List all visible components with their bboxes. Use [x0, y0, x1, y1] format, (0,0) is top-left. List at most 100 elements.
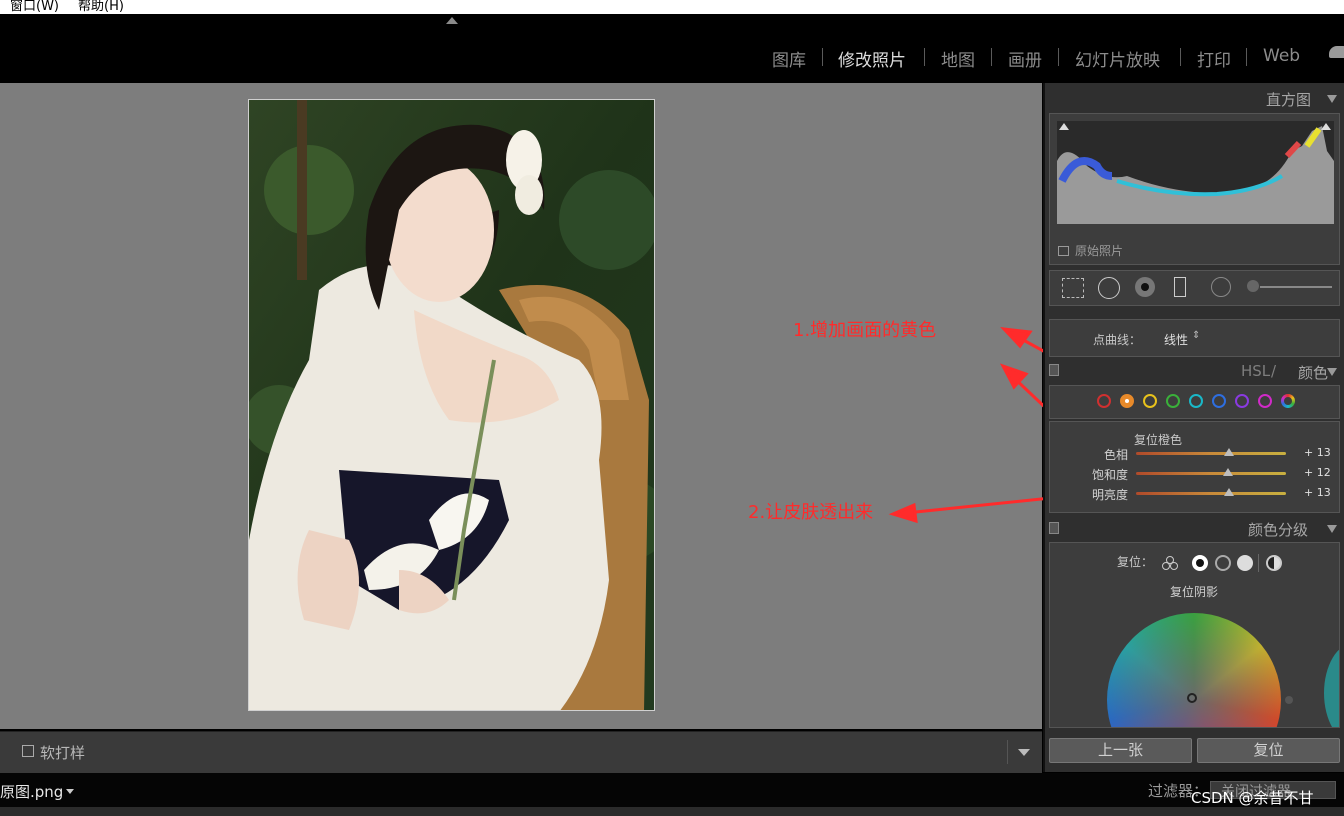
highlights-wheel-icon[interactable]	[1237, 555, 1253, 571]
module-separator	[822, 48, 823, 66]
reset-button[interactable]: 复位	[1197, 738, 1340, 763]
histogram-plot	[1057, 121, 1334, 224]
soft-proof-checkbox[interactable]	[22, 745, 34, 757]
color-swatch-7[interactable]	[1258, 394, 1272, 408]
color-swatch-4[interactable]	[1189, 394, 1203, 408]
develop-right-panel: 直方图 原始照片 点曲线： 线性 ⇕ HSL / 颜色 复位橙色 色相 + 13…	[1043, 83, 1344, 772]
tool-strip	[1049, 270, 1340, 306]
red-eye-icon[interactable]	[1135, 277, 1155, 297]
hsl-toggle-switch[interactable]	[1049, 364, 1059, 376]
midtones-wheel-icon[interactable]	[1215, 555, 1231, 571]
slider-track-2[interactable]	[1136, 492, 1286, 495]
reset-orange-label[interactable]: 复位橙色	[1134, 431, 1182, 448]
slider-thumb-1[interactable]	[1222, 468, 1233, 476]
module-develop[interactable]: 修改照片	[838, 46, 906, 71]
next-color-wheel-edge	[1324, 643, 1339, 727]
color-swatch-0[interactable]	[1097, 394, 1111, 408]
color-grading-title[interactable]: 颜色分级	[1248, 519, 1308, 540]
module-separator	[1180, 48, 1181, 66]
soft-proof-label: 软打样	[40, 744, 86, 762]
annotation-step-two: 2.让皮肤透出来	[748, 502, 874, 523]
shadow-clipping-icon[interactable]	[1059, 123, 1069, 130]
shadows-color-wheel[interactable]	[1107, 613, 1281, 727]
previous-button[interactable]: 上一张	[1049, 738, 1192, 763]
hsl-tab-separator: /	[1271, 362, 1277, 380]
histogram-collapse-icon[interactable]	[1327, 95, 1337, 103]
crop-tool-icon[interactable]	[1062, 278, 1084, 298]
module-book[interactable]: 画册	[1008, 46, 1042, 71]
slider-thumb-0[interactable]	[1224, 448, 1234, 456]
menu-help[interactable]: 帮助(H)	[78, 0, 124, 14]
hsl-collapse-icon[interactable]	[1327, 368, 1337, 376]
color-tab[interactable]: 颜色	[1298, 362, 1328, 383]
point-curve-label: 点曲线：	[1093, 333, 1142, 347]
color-swatch-6[interactable]	[1235, 394, 1249, 408]
slider-label-2: 明亮度	[1091, 488, 1128, 502]
graduated-filter-icon[interactable]	[1174, 277, 1186, 297]
slider-label-0: 色相	[1103, 448, 1128, 462]
color-grading-box: 复位： 复位阴影	[1049, 542, 1340, 728]
bottom-toolbar: 软打样	[0, 731, 1042, 773]
module-picker: 图库 修改照片 地图 画册 幻灯片放映 打印 Web	[0, 14, 1344, 80]
slider-track-0[interactable]	[1136, 452, 1286, 455]
menu-window[interactable]: 窗口(W)	[10, 0, 59, 14]
original-photo-checkbox[interactable]	[1058, 246, 1069, 256]
highlight-clipping-icon[interactable]	[1321, 123, 1331, 130]
radial-filter-icon[interactable]	[1211, 277, 1231, 297]
collapse-top-panel-icon[interactable]	[446, 17, 458, 24]
module-separator	[1246, 48, 1247, 66]
module-separator	[1058, 48, 1059, 66]
histogram-title[interactable]: 直方图	[1266, 89, 1311, 110]
watermark-text: CSDN @余昔不甘	[1191, 789, 1314, 807]
color-swatch-5[interactable]	[1212, 394, 1226, 408]
color-swatch-3[interactable]	[1166, 394, 1180, 408]
color-swatch-1[interactable]	[1120, 394, 1134, 408]
three-way-icon[interactable]	[1161, 555, 1179, 571]
module-separator	[991, 48, 992, 66]
portrait-photo	[249, 100, 654, 710]
original-photo-label: 原始照片	[1075, 244, 1124, 258]
filmstrip-bar: 原图.png 过滤器： 关闭过滤器 CSDN @余昔不甘	[0, 773, 1344, 807]
module-library[interactable]: 图库	[772, 46, 806, 71]
module-print[interactable]: 打印	[1197, 46, 1231, 71]
bottom-strip	[0, 807, 1344, 816]
hsl-sliders-box: 复位橙色 色相 + 13 饱和度 + 12 明亮度 + 13	[1049, 421, 1340, 513]
hsl-tab[interactable]: HSL	[1241, 362, 1270, 380]
select-arrows-icon: ⇕	[1192, 330, 1201, 341]
adjustment-brush-icon[interactable]	[1247, 280, 1259, 292]
color-grading-reset-label: 复位：	[1117, 555, 1154, 569]
toolbar-menu-icon[interactable]	[1018, 749, 1030, 756]
wheel-center-handle[interactable]	[1187, 693, 1197, 703]
slider-value-0[interactable]: + 13	[1304, 446, 1331, 459]
annotation-step-one: 1.增加画面的黄色	[793, 320, 937, 341]
cloud-icon[interactable]	[1329, 46, 1344, 58]
global-wheel-icon[interactable]	[1266, 555, 1282, 571]
menu-bar: 窗口(W) 帮助(H)	[0, 0, 1344, 14]
module-separator	[924, 48, 925, 66]
all-colors-swatch[interactable]	[1281, 394, 1295, 408]
module-web[interactable]: Web	[1263, 46, 1300, 66]
slider-value-2[interactable]: + 13	[1304, 486, 1331, 499]
point-curve-select[interactable]: 线性	[1164, 331, 1188, 348]
color-swatch-row	[1049, 385, 1340, 419]
tone-curve-section: 点曲线： 线性 ⇕	[1049, 319, 1340, 357]
brush-size-slider[interactable]	[1260, 286, 1332, 288]
spot-removal-icon[interactable]	[1098, 277, 1120, 299]
slider-thumb-2[interactable]	[1224, 488, 1234, 496]
wheel-saturation-dot[interactable]	[1285, 696, 1293, 704]
slider-label-1: 饱和度	[1091, 468, 1128, 482]
histogram-box: 原始照片	[1049, 113, 1340, 265]
module-map[interactable]: 地图	[941, 46, 975, 71]
histogram-graph	[1057, 126, 1334, 224]
color-grading-toggle-switch[interactable]	[1049, 522, 1059, 534]
filename-dropdown-icon[interactable]	[66, 789, 74, 794]
color-swatch-2[interactable]	[1143, 394, 1157, 408]
photo-preview[interactable]	[248, 99, 655, 711]
module-slideshow[interactable]: 幻灯片放映	[1075, 46, 1160, 71]
slider-value-1[interactable]: + 12	[1304, 466, 1331, 479]
color-grading-collapse-icon[interactable]	[1327, 525, 1337, 533]
filename-label[interactable]: 原图.png	[0, 781, 63, 802]
reset-shadows-label[interactable]: 复位阴影	[1170, 583, 1218, 600]
slider-track-1[interactable]	[1136, 472, 1286, 475]
shadows-wheel-icon[interactable]	[1192, 555, 1208, 571]
